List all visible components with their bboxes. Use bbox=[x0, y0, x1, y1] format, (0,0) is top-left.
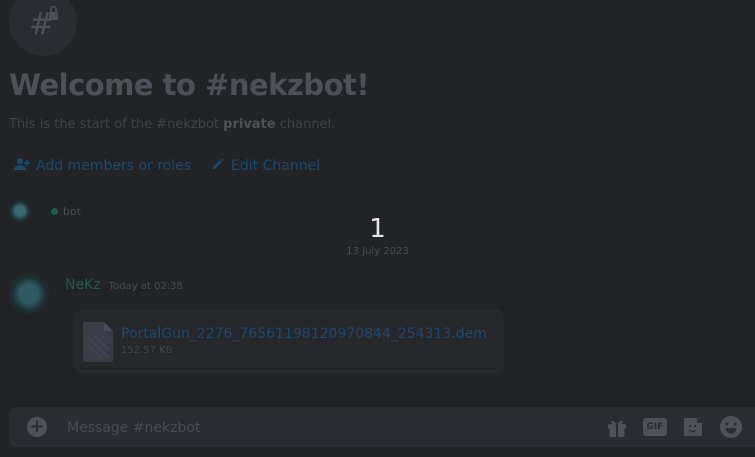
gif-label: GIF bbox=[643, 418, 667, 436]
person-add-icon bbox=[14, 157, 30, 175]
edit-channel-label: Edit Channel bbox=[231, 158, 321, 174]
composer-icons: GIF bbox=[605, 415, 743, 439]
message-timestamp: Today at 02:38 bbox=[108, 281, 183, 292]
avatar[interactable] bbox=[9, 274, 49, 314]
gif-icon[interactable]: GIF bbox=[643, 415, 667, 439]
channel-view: # Welcome to #nekzbot! This is the start… bbox=[0, 0, 755, 457]
channel-actions: Add members or roles Edit Channel bbox=[14, 157, 320, 175]
sticker-icon[interactable] bbox=[681, 415, 705, 439]
emoji-icon[interactable] bbox=[719, 415, 743, 439]
divider-date: 13 July 2023 bbox=[346, 246, 409, 257]
file-icon bbox=[83, 322, 113, 362]
locked-channel-icon: # bbox=[9, 0, 77, 56]
plus-icon[interactable]: + bbox=[27, 417, 47, 437]
file-name-link[interactable]: PortalGun_2276_76561198120970844_254313.… bbox=[121, 326, 487, 342]
welcome-suffix: channel. bbox=[275, 117, 336, 132]
message-input[interactable] bbox=[65, 407, 589, 449]
edit-channel-button[interactable]: Edit Channel bbox=[211, 157, 320, 175]
divider-number: 1 bbox=[369, 214, 386, 244]
welcome-prefix: This is the start of the #nekzbot bbox=[9, 117, 224, 132]
add-members-label: Add members or roles bbox=[36, 158, 192, 174]
add-members-button[interactable]: Add members or roles bbox=[14, 157, 191, 175]
message-header: NeKz Today at 02:38 bbox=[65, 277, 183, 293]
file-attachment: PortalGun_2276_76561198120970844_254313.… bbox=[75, 310, 503, 372]
welcome-bold: private bbox=[223, 117, 276, 132]
welcome-title: Welcome to #nekzbot! bbox=[9, 68, 370, 102]
gift-icon[interactable] bbox=[605, 415, 629, 439]
welcome-subtitle: This is the start of the #nekzbot privat… bbox=[9, 117, 335, 132]
message-composer: + GIF bbox=[9, 407, 755, 449]
file-size: 152.57 KB bbox=[121, 345, 173, 356]
pencil-icon bbox=[211, 157, 225, 175]
message-author[interactable]: NeKz bbox=[65, 277, 101, 293]
date-divider: 1 13 July 2023 bbox=[0, 213, 755, 257]
